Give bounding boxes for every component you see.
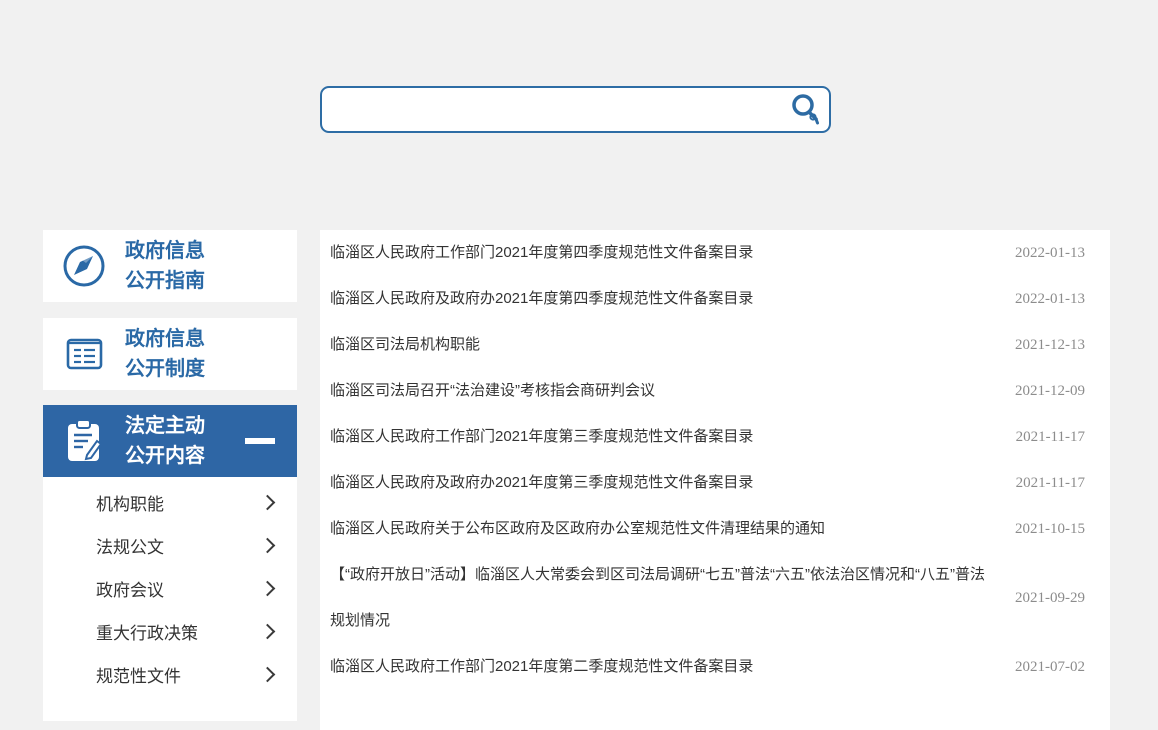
menu-item-label: 政府会议	[96, 576, 164, 601]
sidebar-menu-item[interactable]: 规范性文件	[43, 653, 297, 696]
sidebar-submenu: 机构职能 法规公文 政府会议 重大行政决策 规范性文件	[43, 477, 297, 721]
article-list: 临淄区人民政府工作部门2021年度第四季度规范性文件备案目录 2022-01-1…	[320, 230, 1110, 730]
menu-item-label: 规范性文件	[96, 662, 181, 687]
article-row: 临淄区人民政府及政府办2021年度第三季度规范性文件备案目录 2021-11-1…	[320, 460, 1110, 506]
article-date: 2021-11-17	[997, 429, 1085, 446]
sidebar-item-label: 法定主动 公开内容	[125, 411, 205, 471]
article-date: 2021-12-09	[997, 383, 1085, 400]
search-button[interactable]	[783, 88, 829, 131]
collapse-minus-icon	[245, 438, 275, 444]
search-icon	[790, 93, 822, 127]
article-title-link[interactable]: 临淄区人民政府及政府办2021年度第四季度规范性文件备案目录	[330, 276, 997, 322]
article-title-link[interactable]: 临淄区司法局召开“法治建设”考核指会商研判会议	[330, 368, 997, 414]
chevron-right-icon	[260, 667, 276, 683]
sidebar-menu-item[interactable]: 机构职能	[43, 481, 297, 524]
chevron-right-icon	[260, 624, 276, 640]
article-row: 临淄区人民政府关于公布区政府及区政府办公室规范性文件清理结果的通知 2021-1…	[320, 506, 1110, 552]
article-date: 2022-01-13	[997, 291, 1085, 308]
article-title-link[interactable]: 临淄区人民政府工作部门2021年度第四季度规范性文件备案目录	[330, 230, 997, 276]
article-row: 临淄区人民政府工作部门2021年度第三季度规范性文件备案目录 2021-11-1…	[320, 414, 1110, 460]
sidebar: 政府信息 公开指南 政府信息 公开制度	[43, 230, 297, 721]
document-lines-icon	[43, 333, 125, 375]
sidebar-item-system[interactable]: 政府信息 公开制度	[43, 318, 297, 390]
article-title-link[interactable]: 临淄区人民政府关于公布区政府及区政府办公室规范性文件清理结果的通知	[330, 506, 997, 552]
article-date: 2021-09-29	[997, 590, 1085, 607]
search-input[interactable]	[322, 88, 783, 131]
menu-item-label: 法规公文	[96, 533, 164, 558]
menu-item-label: 机构职能	[96, 490, 164, 515]
compass-icon	[43, 243, 125, 289]
chevron-right-icon	[260, 495, 276, 511]
sidebar-menu-item[interactable]: 法规公文	[43, 524, 297, 567]
article-row: 临淄区人民政府及政府办2021年度第四季度规范性文件备案目录 2022-01-1…	[320, 276, 1110, 322]
article-row: 临淄区人民政府工作部门2021年度第二季度规范性文件备案目录 2021-07-0…	[320, 644, 1110, 690]
article-row: 临淄区司法局机构职能 2021-12-13	[320, 322, 1110, 368]
article-date: 2021-10-15	[997, 521, 1085, 538]
article-date: 2021-11-17	[997, 475, 1085, 492]
sidebar-item-guide[interactable]: 政府信息 公开指南	[43, 230, 297, 302]
article-title-link[interactable]: 【“政府开放日”活动】临淄区人大常委会到区司法局调研“七五”普法“六五”依法治区…	[330, 552, 997, 644]
article-title-link[interactable]: 临淄区人民政府工作部门2021年度第三季度规范性文件备案目录	[330, 414, 997, 460]
search-box	[320, 86, 831, 133]
sidebar-item-label: 政府信息 公开制度	[125, 324, 205, 384]
sidebar-menu-item[interactable]: 政府会议	[43, 567, 297, 610]
article-title-link[interactable]: 临淄区人民政府工作部门2021年度第二季度规范性文件备案目录	[330, 644, 997, 690]
article-row: 临淄区人民政府工作部门2021年度第四季度规范性文件备案目录 2022-01-1…	[320, 230, 1110, 276]
article-title-link[interactable]: 临淄区人民政府及政府办2021年度第三季度规范性文件备案目录	[330, 460, 997, 506]
article-date: 2022-01-13	[997, 245, 1085, 262]
sidebar-item-label: 政府信息 公开指南	[125, 236, 205, 296]
chevron-right-icon	[260, 581, 276, 597]
menu-item-label: 重大行政决策	[96, 619, 198, 644]
article-date: 2021-07-02	[997, 659, 1085, 676]
article-row: 临淄区司法局召开“法治建设”考核指会商研判会议 2021-12-09	[320, 368, 1110, 414]
sidebar-menu-item[interactable]: 重大行政决策	[43, 610, 297, 653]
sidebar-item-statutory-disclosure[interactable]: 法定主动 公开内容	[43, 405, 297, 477]
chevron-right-icon	[260, 538, 276, 554]
article-title-link[interactable]: 临淄区司法局机构职能	[330, 322, 997, 368]
clipboard-pen-icon	[43, 417, 125, 465]
article-date: 2021-12-13	[997, 337, 1085, 354]
article-row: 【“政府开放日”活动】临淄区人大常委会到区司法局调研“七五”普法“六五”依法治区…	[320, 552, 1110, 644]
